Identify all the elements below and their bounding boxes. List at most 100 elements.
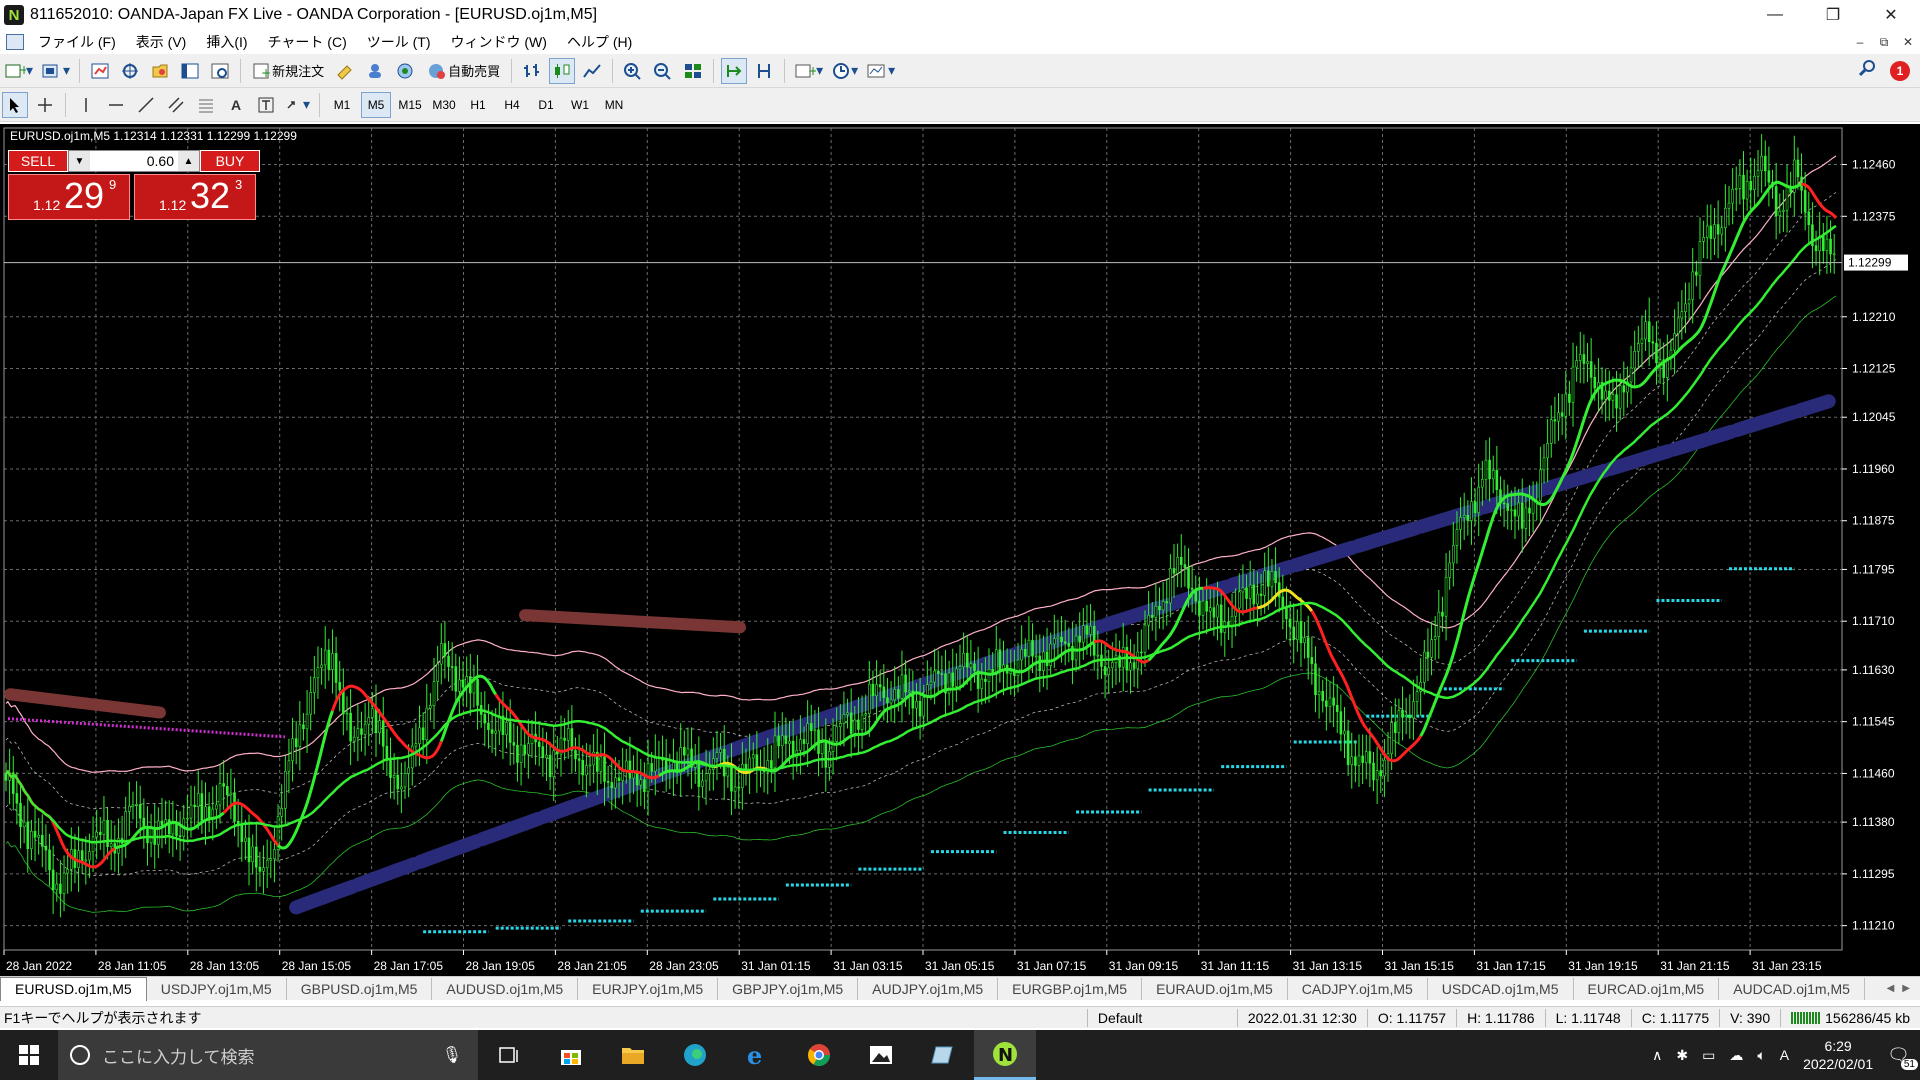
line-chart-icon[interactable]: [579, 58, 605, 84]
horizontal-line-icon[interactable]: [103, 92, 129, 118]
microphone-icon[interactable]: 🎙︎: [442, 1045, 462, 1065]
strategy-tester-icon[interactable]: [207, 58, 233, 84]
auto-trading-button[interactable]: 自動売買: [422, 58, 504, 84]
store-icon[interactable]: [540, 1030, 602, 1080]
tab-euraud[interactable]: EURAUD.oj1m,M5: [1142, 977, 1288, 1000]
equidistant-channel-icon[interactable]: [163, 92, 189, 118]
data-window-icon[interactable]: [117, 58, 143, 84]
taskbar-clock[interactable]: 6:29 2022/02/01: [1803, 1037, 1873, 1073]
tab-gbpjpy[interactable]: GBPJPY.oj1m,M5: [718, 977, 859, 1000]
tab-eurusd[interactable]: EURUSD.oj1m,M5: [0, 976, 147, 1001]
crosshair-icon[interactable]: [32, 92, 58, 118]
indicators-icon[interactable]: + ▾: [792, 58, 825, 84]
tab-eurjpy[interactable]: EURJPY.oj1m,M5: [578, 977, 719, 1000]
tab-gbpusd[interactable]: GBPUSD.oj1m,M5: [287, 977, 433, 1000]
internet-explorer-icon[interactable]: e: [726, 1030, 788, 1080]
buy-price-button[interactable]: 1.12 32 3: [134, 174, 256, 220]
tab-scroll-right-icon[interactable]: ▶: [1902, 983, 1910, 994]
menu-tools[interactable]: ツール (T): [357, 32, 441, 52]
timeframe-m1[interactable]: M1: [327, 92, 357, 118]
volume-icon[interactable]: 🔈︎: [1757, 1047, 1765, 1064]
text-label-icon[interactable]: [253, 92, 279, 118]
sell-price-button[interactable]: 1.12 29 9: [8, 174, 130, 220]
periods-icon[interactable]: ▾: [829, 58, 860, 84]
timeframe-mn[interactable]: MN: [599, 92, 629, 118]
connection-status[interactable]: 156286/45 kb: [1780, 1008, 1920, 1027]
onedrive-icon[interactable]: ☁: [1729, 1047, 1743, 1064]
tab-cadjpy[interactable]: CADJPY.oj1m,M5: [1288, 977, 1428, 1000]
tab-audusd[interactable]: AUDUSD.oj1m,M5: [432, 977, 579, 1000]
minimize-button[interactable]: —: [1746, 0, 1804, 30]
tab-eurgbp[interactable]: EURGBP.oj1m,M5: [998, 977, 1143, 1000]
timeframe-h1[interactable]: H1: [463, 92, 493, 118]
notification-badge[interactable]: 1: [1890, 60, 1910, 81]
tab-audcad[interactable]: AUDCAD.oj1m,M5: [1719, 977, 1865, 1000]
new-order-button[interactable]: + 新規注文: [248, 58, 328, 84]
notepad-icon[interactable]: [912, 1030, 974, 1080]
menu-file[interactable]: ファイル (F): [28, 32, 126, 52]
tab-scroll-left-icon[interactable]: ◀: [1887, 983, 1895, 994]
terminal-icon[interactable]: [177, 58, 203, 84]
navigator-icon[interactable]: [147, 58, 173, 84]
timeframe-m30[interactable]: M30: [429, 92, 459, 118]
volume-down-icon[interactable]: ▼: [69, 151, 90, 171]
tab-audjpy[interactable]: AUDJPY.oj1m,M5: [858, 977, 999, 1000]
text-icon[interactable]: A: [223, 92, 249, 118]
mdi-close-button[interactable]: ✕: [1896, 35, 1920, 50]
timeframe-h4[interactable]: H4: [497, 92, 527, 118]
zoom-out-icon[interactable]: [650, 58, 676, 84]
taskbar-search[interactable]: ここに入力して検索 🎙︎: [58, 1030, 478, 1080]
timeframe-d1[interactable]: D1: [531, 92, 561, 118]
metaeditor-icon[interactable]: [332, 58, 358, 84]
trendline-icon[interactable]: [133, 92, 159, 118]
chart-window[interactable]: 1.12299 1.12460 1.12375 1.12210 1.12125 1.120…: [0, 124, 1920, 976]
menu-window[interactable]: ウィンドウ (W): [441, 32, 557, 52]
bar-chart-icon[interactable]: [519, 58, 545, 84]
search-icon[interactable]: [1858, 59, 1876, 82]
menu-help[interactable]: ヘルプ (H): [557, 32, 642, 52]
profile-name[interactable]: Default: [1086, 1008, 1237, 1027]
tab-usdcad[interactable]: USDCAD.oj1m,M5: [1428, 977, 1574, 1000]
chrome-icon[interactable]: [788, 1030, 850, 1080]
volume-input[interactable]: [90, 151, 178, 171]
notification-center-icon[interactable]: 🗨︎ 51: [1887, 1045, 1918, 1070]
arrows-icon[interactable]: ▾: [283, 92, 312, 118]
vertical-line-icon[interactable]: [73, 92, 99, 118]
tile-windows-icon[interactable]: [680, 58, 706, 84]
close-button[interactable]: ✕: [1862, 0, 1920, 30]
timeframe-m5[interactable]: M5: [361, 91, 392, 118]
edge-icon[interactable]: [664, 1030, 726, 1080]
new-chart-icon[interactable]: + ▾: [2, 58, 35, 84]
show-hidden-icons-icon[interactable]: ∧: [1652, 1047, 1662, 1064]
volume-up-icon[interactable]: ▲: [178, 151, 199, 171]
task-view-icon[interactable]: [478, 1030, 540, 1080]
signals-icon[interactable]: [392, 58, 418, 84]
start-button[interactable]: [0, 1030, 58, 1080]
market-watch-icon[interactable]: [87, 58, 113, 84]
price-chart[interactable]: 1.122991.124601.123751.122101.121251.120…: [0, 124, 1920, 976]
tab-usdjpy[interactable]: USDJPY.oj1m,M5: [147, 977, 287, 1000]
community-icon[interactable]: [362, 58, 388, 84]
oanda-mt4-taskbar-icon[interactable]: N: [974, 1030, 1036, 1080]
cursor-icon[interactable]: [2, 91, 28, 118]
chart-shift-icon[interactable]: [751, 58, 777, 84]
menu-insert[interactable]: 挿入(I): [196, 32, 257, 52]
tab-eurcad[interactable]: EURCAD.oj1m,M5: [1574, 977, 1720, 1000]
ime-indicator[interactable]: A: [1780, 1047, 1789, 1063]
battery-icon[interactable]: ▭: [1702, 1047, 1715, 1064]
menu-view[interactable]: 表示 (V): [126, 32, 197, 52]
auto-scroll-icon[interactable]: [721, 57, 748, 84]
candlestick-icon[interactable]: [549, 57, 576, 84]
zoom-in-icon[interactable]: [620, 58, 646, 84]
restore-button[interactable]: ❐: [1804, 0, 1862, 30]
sell-button[interactable]: SELL: [8, 150, 68, 172]
mdi-minimize-button[interactable]: –: [1848, 35, 1872, 50]
timeframe-w1[interactable]: W1: [565, 92, 595, 118]
buy-button[interactable]: BUY: [200, 150, 260, 172]
templates-icon[interactable]: ▾: [864, 58, 897, 84]
menu-chart[interactable]: チャート (C): [258, 32, 357, 52]
profiles-icon[interactable]: ▾: [39, 58, 72, 84]
security-tray-icon[interactable]: ✱: [1676, 1047, 1688, 1064]
fibonacci-icon[interactable]: [193, 92, 219, 118]
file-explorer-icon[interactable]: [602, 1030, 664, 1080]
